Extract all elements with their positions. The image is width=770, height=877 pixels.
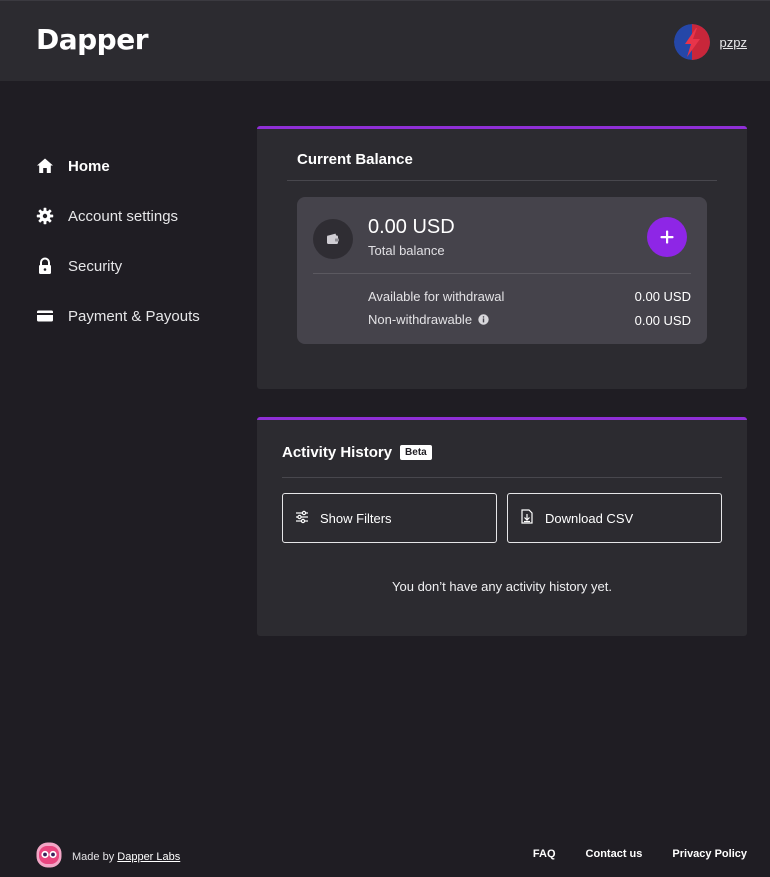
- show-filters-button[interactable]: Show Filters: [282, 493, 497, 543]
- contact-us-link[interactable]: Contact us: [586, 848, 643, 860]
- made-by-text: Made by: [72, 850, 115, 863]
- beta-badge: Beta: [400, 445, 432, 460]
- sidebar-item-label: Payment & Payouts: [68, 307, 200, 325]
- sidebar-item-security[interactable]: Security: [36, 250, 236, 282]
- download-csv-button[interactable]: Download CSV: [507, 493, 722, 543]
- sidebar-item-label: Home: [68, 157, 110, 175]
- sidebar-item-account-settings[interactable]: Account settings: [36, 200, 236, 232]
- current-balance-card: Current Balance 0.00 USD Total balance A…: [257, 126, 747, 389]
- dapper-labs-link[interactable]: Dapper Labs: [117, 851, 180, 863]
- lightning-avatar-icon[interactable]: [673, 24, 710, 60]
- sidebar-item-payment-payouts[interactable]: Payment & Payouts: [36, 300, 236, 332]
- user-menu[interactable]: pzpz: [673, 24, 747, 60]
- footer: Made by Dapper Labs FAQ Contact us Priva…: [0, 840, 770, 870]
- made-by: Made by Dapper Labs: [36, 842, 180, 871]
- available-label: Available for withdrawal: [368, 288, 505, 304]
- balance-summary: 0.00 USD Total balance Available for wit…: [297, 197, 707, 344]
- sidebar-item-home[interactable]: Home: [36, 150, 236, 182]
- card-icon: [36, 307, 54, 325]
- non-withdrawable-label: Non-withdrawable: [368, 311, 473, 327]
- wallet-icon: [313, 219, 353, 259]
- dapper-logo[interactable]: Dapper: [36, 23, 149, 56]
- divider: [313, 273, 691, 274]
- username-link[interactable]: pzpz: [720, 35, 747, 50]
- top-bar: Dapper pzpz: [0, 0, 770, 81]
- card-title: Current Balance: [297, 151, 413, 168]
- divider: [282, 477, 722, 478]
- empty-activity-message: You don’t have any activity history yet.: [392, 579, 612, 594]
- divider: [287, 180, 717, 181]
- faq-link[interactable]: FAQ: [533, 848, 556, 860]
- sidebar-item-label: Security: [68, 257, 123, 275]
- dapper-labs-logo-icon: [36, 842, 62, 871]
- sidebar-item-label: Account settings: [68, 207, 179, 225]
- button-label: Download CSV: [545, 510, 634, 526]
- card-title: Activity History: [282, 444, 393, 461]
- footer-links: FAQ Contact us Privacy Policy: [533, 848, 747, 860]
- sidebar-nav: Home Account settings Security Payment &…: [36, 150, 236, 350]
- sliders-icon: [295, 510, 309, 527]
- available-value: 0.00 USD: [634, 288, 691, 304]
- plus-icon: [660, 230, 674, 244]
- available-withdrawal-row: Available for withdrawal 0.00 USD: [368, 287, 691, 305]
- gear-icon: [36, 207, 54, 225]
- button-label: Show Filters: [320, 510, 392, 526]
- activity-history-card: Activity History Beta Show Filters Downl…: [257, 417, 747, 636]
- lock-icon: [36, 257, 54, 275]
- total-balance-label: Total balance: [368, 243, 445, 258]
- add-funds-button[interactable]: [647, 217, 687, 257]
- home-icon: [36, 157, 54, 175]
- activity-title-row: Activity History Beta: [282, 444, 432, 461]
- privacy-policy-link[interactable]: Privacy Policy: [672, 848, 747, 860]
- non-withdrawable-row: Non-withdrawable 0.00 USD: [368, 311, 691, 329]
- download-file-icon: [520, 509, 534, 527]
- non-withdrawable-value: 0.00 USD: [634, 312, 691, 328]
- total-balance-amount: 0.00 USD: [368, 216, 455, 238]
- info-icon[interactable]: [478, 313, 489, 328]
